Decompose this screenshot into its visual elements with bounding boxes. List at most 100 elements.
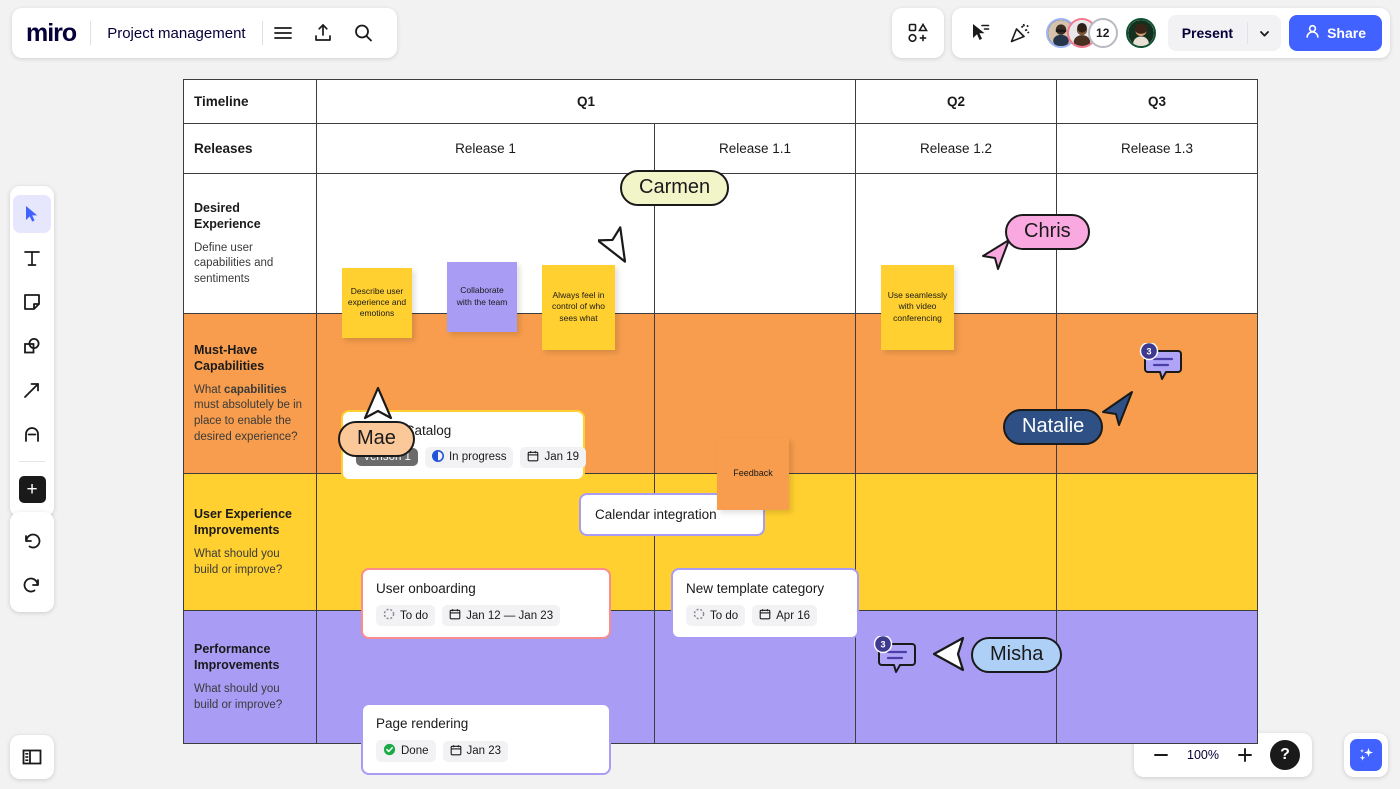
card-status-chip[interactable]: Done: [376, 740, 436, 762]
miro-logo[interactable]: miro: [26, 19, 90, 48]
row-title: Must-Have Capabilities: [194, 342, 306, 374]
board-title[interactable]: Project management: [91, 25, 261, 42]
row-ux-improvements: User Experience Improvements What should…: [184, 474, 1258, 611]
present-button[interactable]: Present: [1168, 15, 1281, 51]
card-title: User onboarding: [376, 581, 596, 596]
cell-ux-release11[interactable]: New template category To do: [655, 474, 856, 611]
collaborator-avatars[interactable]: 12: [1046, 18, 1156, 48]
cell-must-release12[interactable]: [856, 314, 1057, 474]
row-label-must-have: Must-Have Capabilities What capabilities…: [184, 314, 317, 474]
templates-group: [892, 8, 944, 58]
cursor-misha: [928, 634, 968, 679]
cursor-label-natalie: Natalie: [1003, 409, 1103, 445]
cell-ux-release12[interactable]: [856, 474, 1057, 611]
search-icon[interactable]: [343, 13, 383, 53]
release-1-2: Release 1.2: [856, 124, 1057, 174]
cursor-label-chris: Chris: [1005, 214, 1090, 250]
table-header-row: Timeline Q1 Q2 Q3: [184, 80, 1258, 124]
card-date-chip[interactable]: Jan 19: [520, 447, 586, 468]
card-status-label: Done: [401, 745, 429, 757]
sidebar-panel-icon[interactable]: [10, 735, 54, 779]
release-1-3: Release 1.3: [1057, 124, 1258, 174]
confetti-icon[interactable]: [1000, 13, 1040, 53]
zoom-level-value[interactable]: 100%: [1182, 748, 1224, 762]
miro-board-app: miro Project management: [0, 0, 1400, 789]
sparkles-ai-icon: [1350, 739, 1382, 771]
templates-icon[interactable]: [898, 13, 938, 53]
row-performance-improvements: Performance Improvements What should you…: [184, 611, 1258, 744]
releases-label: Releases: [184, 124, 317, 174]
calendar-icon: [450, 744, 462, 759]
more-apps-plus-icon[interactable]: +: [13, 470, 51, 508]
card-date-chip[interactable]: Jan 23: [443, 741, 509, 762]
row-label-performance: Performance Improvements What should you…: [184, 611, 317, 744]
check-circle-icon: [383, 743, 396, 759]
release-1: Release 1: [317, 124, 655, 174]
arrow-connector-icon[interactable]: [13, 371, 51, 409]
row-subtitle: What should you build or improve?: [194, 682, 306, 713]
redo-icon[interactable]: [13, 565, 51, 603]
left-toolbar: +: [10, 186, 54, 517]
text-tool-icon[interactable]: [13, 239, 51, 277]
card-status-label: In progress: [449, 451, 507, 463]
row-subtitle: What capabilities must absolutely be in …: [194, 383, 306, 445]
cell-ux-release1[interactable]: User onboarding To do: [317, 474, 655, 611]
avatar-overflow-count[interactable]: 12: [1088, 18, 1118, 48]
collab-group: 12 Present Share: [952, 8, 1390, 58]
cursor-natalie: [1098, 388, 1138, 433]
cursor-label-mae: Mae: [338, 421, 415, 457]
avatar-current-user[interactable]: [1126, 18, 1156, 48]
header-timeline-label: Timeline: [184, 80, 317, 124]
release-1-1: Release 1.1: [655, 124, 856, 174]
divider: [19, 461, 45, 462]
cell-perf-release13[interactable]: [1057, 611, 1258, 744]
releases-row: Releases Release 1 Release 1.1 Release 1…: [184, 124, 1258, 174]
ai-assistant-button[interactable]: [1344, 733, 1388, 777]
shapes-icon[interactable]: [13, 327, 51, 365]
question-mark-icon[interactable]: ?: [1270, 740, 1300, 770]
cell-must-release13[interactable]: [1057, 314, 1258, 474]
row-label-ux-improvements: User Experience Improvements What should…: [184, 474, 317, 611]
hamburger-menu-icon[interactable]: [263, 13, 303, 53]
comment-count-2: 3: [880, 640, 885, 650]
comment-badge[interactable]: 3: [1138, 343, 1184, 390]
card-chips: Done Jan 23: [376, 740, 596, 762]
header-q3: Q3: [1057, 80, 1258, 124]
card-title: New template category: [686, 581, 844, 596]
cursor-label-misha: Misha: [971, 637, 1062, 673]
half-circle-icon: [432, 450, 444, 465]
cell-ux-release13[interactable]: [1057, 474, 1258, 611]
card-status-chip[interactable]: In progress: [425, 447, 514, 468]
pen-draw-icon[interactable]: [13, 415, 51, 453]
cell-perf-release11[interactable]: [655, 611, 856, 744]
comment-badge[interactable]: 3: [872, 636, 918, 683]
select-cursor-icon[interactable]: [13, 195, 51, 233]
card-date-label: Jan 23: [467, 745, 502, 757]
row-subtitle: Define user capabilities and sentiments: [194, 241, 306, 288]
card-date-label: Jan 19: [544, 451, 579, 463]
history-toolbar: [10, 512, 54, 612]
header-q1: Q1: [317, 80, 856, 124]
cell-must-release11[interactable]: Feedback: [655, 314, 856, 474]
cell-perf-release1[interactable]: Page rendering Done: [317, 611, 655, 744]
row-title: Desired Experience: [194, 200, 306, 232]
share-button[interactable]: Share: [1289, 15, 1382, 51]
comment-count-1: 3: [1146, 347, 1151, 357]
calendar-icon: [527, 450, 539, 465]
top-bar-right: 12 Present Share: [892, 8, 1390, 58]
cursor-carmen: [598, 226, 632, 273]
cell-desired-release13[interactable]: [1057, 174, 1258, 314]
undo-icon[interactable]: [13, 521, 51, 559]
top-bar-left: miro Project management: [12, 8, 397, 58]
row-subtitle: What should you build or improve?: [194, 547, 306, 578]
card-title: Page rendering: [376, 716, 596, 731]
chevron-down-icon[interactable]: [1247, 22, 1281, 44]
sticky-note-icon[interactable]: [13, 283, 51, 321]
row-title: User Experience Improvements: [194, 506, 306, 538]
person-icon: [1305, 24, 1320, 42]
upload-icon[interactable]: [303, 13, 343, 53]
present-label: Present: [1168, 25, 1247, 41]
header-q2: Q2: [856, 80, 1057, 124]
cursor-select-icon[interactable]: [960, 13, 1000, 53]
card-page-rendering[interactable]: Page rendering Done: [361, 703, 611, 775]
